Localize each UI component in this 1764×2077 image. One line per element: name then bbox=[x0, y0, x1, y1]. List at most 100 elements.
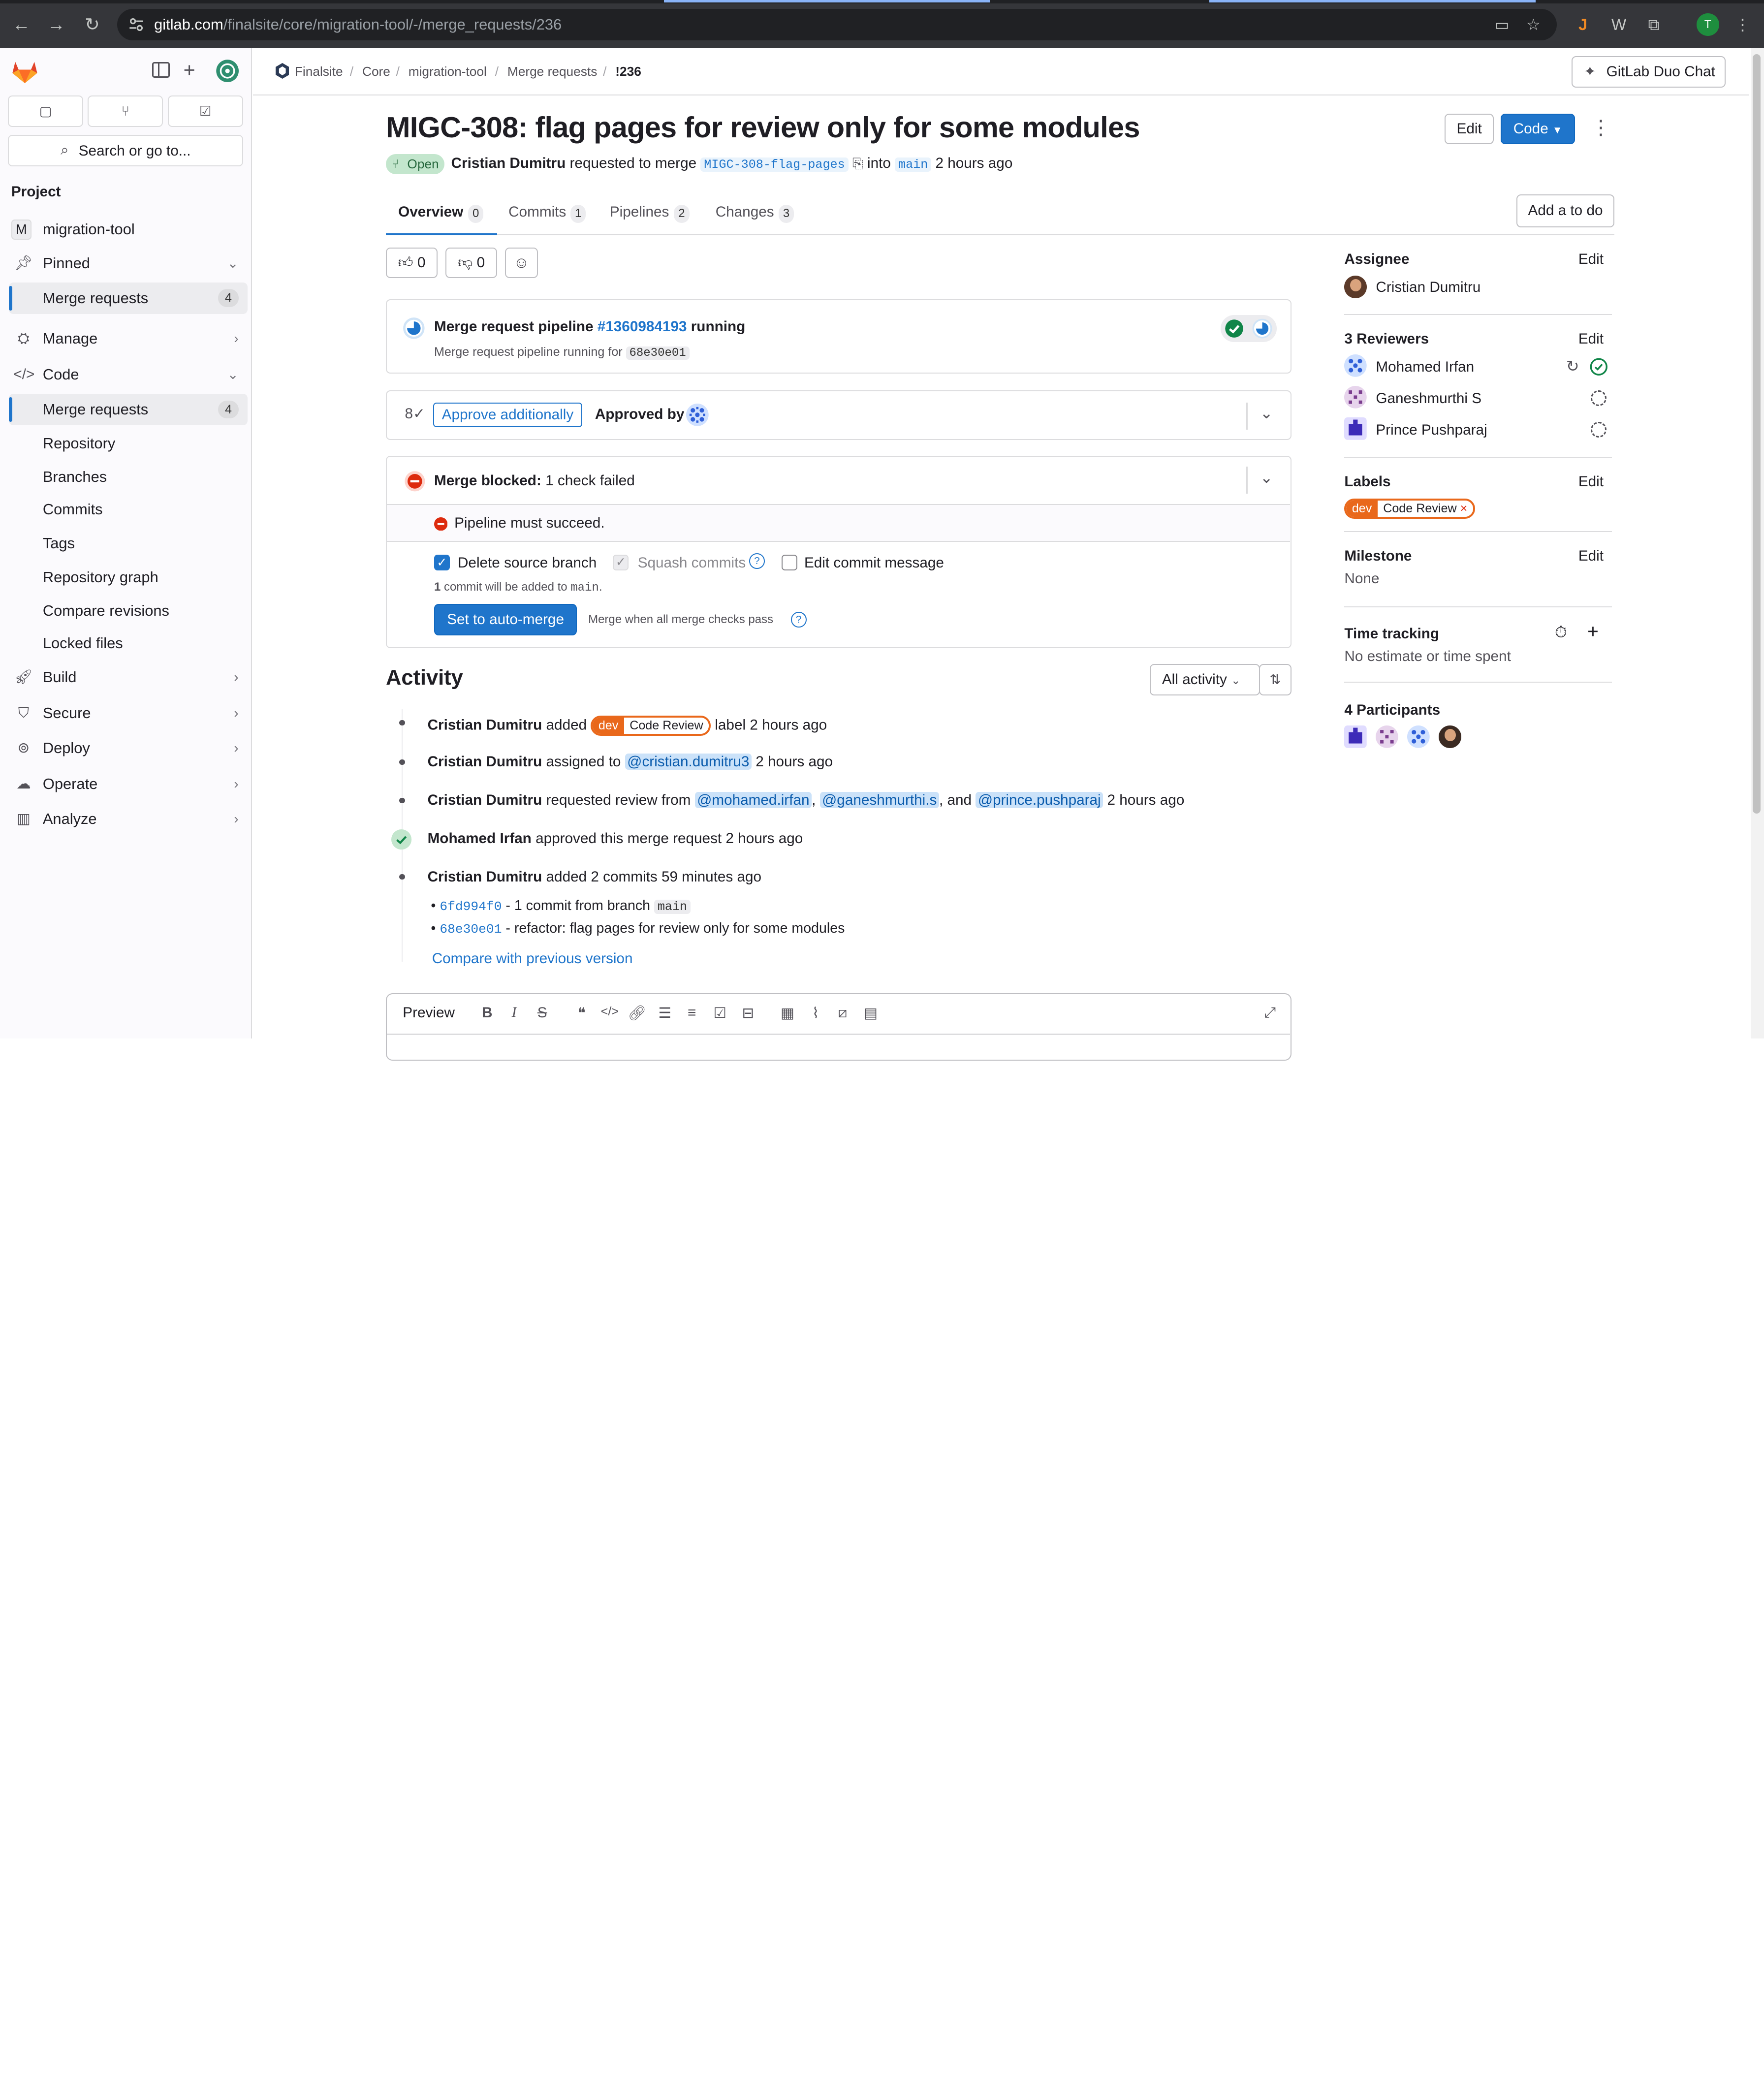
sidebar-pinned[interactable]: 📌︎ Pinned ⌄ bbox=[9, 248, 248, 279]
compare-link[interactable]: Compare with previous version bbox=[432, 950, 633, 967]
bullet-list-icon[interactable]: ☰ bbox=[656, 1005, 674, 1022]
breadcrumb-item[interactable]: migration-tool bbox=[409, 64, 487, 79]
code-icon[interactable]: </> bbox=[601, 1005, 619, 1019]
preview-tab[interactable]: Preview bbox=[403, 1005, 455, 1021]
sidebar-manage[interactable]: ⛭ Manage › bbox=[9, 323, 248, 354]
search-button[interactable]: ⌕ Search or go to... bbox=[7, 135, 243, 167]
pipeline-running-icon[interactable] bbox=[403, 317, 425, 340]
copy-icon[interactable]: ⎘ bbox=[852, 156, 863, 171]
tab-commits[interactable]: Commits 1 bbox=[497, 193, 596, 235]
merge-requests-shortcut-button[interactable]: ⑂ bbox=[88, 95, 163, 127]
extension-w-icon[interactable]: W bbox=[1606, 12, 1631, 37]
help-icon[interactable]: ? bbox=[749, 553, 765, 569]
commit-sha-link[interactable]: 68e30e01 bbox=[440, 922, 502, 937]
profile-avatar[interactable]: T bbox=[1696, 13, 1719, 36]
extension-j-icon[interactable]: J bbox=[1571, 12, 1595, 37]
stopwatch-icon[interactable]: ⏱︎ bbox=[1555, 623, 1567, 642]
toggle-sidebar-icon[interactable] bbox=[152, 62, 170, 78]
sidebar-item-merge-requests[interactable]: Merge requests 4 bbox=[9, 393, 248, 425]
participant-avatar[interactable] bbox=[1376, 725, 1399, 748]
pipeline-sha[interactable]: 68e30e01 bbox=[626, 346, 690, 360]
author-link[interactable]: Cristian Dumitru bbox=[451, 155, 566, 171]
edit-button[interactable]: Edit bbox=[1444, 113, 1494, 144]
breadcrumb-item[interactable]: Core bbox=[362, 64, 390, 79]
milestone-edit-button[interactable]: Edit bbox=[1578, 548, 1604, 565]
page-scrollbar[interactable] bbox=[1750, 48, 1764, 1038]
breadcrumb-item[interactable]: Finalsite bbox=[295, 64, 343, 79]
scrollbar-thumb[interactable] bbox=[1753, 54, 1761, 814]
user-mention[interactable]: @cristian.dumitru3 bbox=[625, 754, 752, 770]
comment-template-icon[interactable]: ▤ bbox=[862, 1005, 880, 1022]
todos-shortcut-button[interactable]: ☑ bbox=[167, 95, 243, 127]
activity-actor[interactable]: Cristian Dumitru bbox=[428, 869, 542, 885]
link-icon[interactable]: 🔗︎ bbox=[628, 1005, 646, 1022]
participant-avatar[interactable] bbox=[1439, 725, 1462, 748]
address-bar[interactable]: gitlab.com/finalsite/core/migration-tool… bbox=[117, 9, 1557, 41]
sidebar-operate[interactable]: ☁︎ Operate › bbox=[9, 768, 248, 800]
user-mention[interactable]: @prince.pushparaj bbox=[976, 792, 1103, 809]
bookmark-star-icon[interactable]: ☆ bbox=[1521, 12, 1545, 37]
create-new-icon[interactable]: + bbox=[184, 59, 195, 82]
reviewer-name[interactable]: Prince Pushparaj bbox=[1376, 422, 1487, 439]
auto-merge-button[interactable]: Set to auto-merge bbox=[434, 604, 577, 636]
sidebar-item-compare-revisions[interactable]: Compare revisions bbox=[9, 595, 248, 627]
target-branch[interactable]: main bbox=[895, 157, 932, 172]
task-list-icon[interactable]: ☑ bbox=[711, 1005, 729, 1022]
more-actions-icon[interactable]: ⋮ bbox=[1591, 116, 1611, 139]
extensions-puzzle-icon[interactable]: ⧉ bbox=[1641, 12, 1666, 37]
chevron-down-icon[interactable]: ⌄ bbox=[1260, 468, 1273, 487]
assignee-name[interactable]: Cristian Dumitru bbox=[1376, 279, 1480, 296]
activity-actor[interactable]: Mohamed Irfan bbox=[428, 830, 532, 847]
sidebar-label-badge[interactable]: dev Code Review × bbox=[1344, 497, 1475, 519]
tab-pipelines[interactable]: Pipelines 2 bbox=[598, 193, 700, 235]
activity-actor[interactable]: Cristian Dumitru bbox=[428, 754, 542, 770]
strikethrough-icon[interactable]: S bbox=[533, 1005, 551, 1021]
stage-running-icon[interactable] bbox=[1252, 318, 1272, 339]
fullscreen-icon[interactable]: ⤢ bbox=[1261, 1005, 1279, 1021]
add-time-icon[interactable]: + bbox=[1587, 621, 1599, 643]
sidebar-build[interactable]: 🚀︎ Build › bbox=[9, 661, 248, 693]
site-info-icon[interactable] bbox=[128, 17, 144, 32]
sidebar-item-commits[interactable]: Commits bbox=[9, 494, 248, 525]
thumbs-up-button[interactable]: 👍︎ 0 bbox=[385, 247, 438, 278]
quick-action-icon[interactable]: ⧄ bbox=[834, 1005, 852, 1021]
approver-avatar[interactable] bbox=[686, 404, 709, 426]
sidebar-item-tags[interactable]: Tags bbox=[9, 528, 248, 559]
gitlab-duo-chat-button[interactable]: ✦ GitLab Duo Chat bbox=[1572, 56, 1726, 88]
install-app-icon[interactable]: ▭ bbox=[1489, 12, 1514, 37]
sidebar-secure[interactable]: ⛉ Secure › bbox=[9, 697, 248, 729]
sort-direction-button[interactable]: ⇅ bbox=[1259, 663, 1292, 695]
sidebar-deploy[interactable]: ⊚ Deploy › bbox=[9, 732, 248, 764]
user-mention[interactable]: @mohamed.irfan bbox=[694, 792, 812, 809]
tab-overview[interactable]: Overview 0 bbox=[385, 193, 498, 235]
sidebar-item-repository-graph[interactable]: Repository graph bbox=[9, 562, 248, 593]
issues-shortcut-button[interactable]: ▢ bbox=[7, 95, 84, 127]
sidebar-item-repository[interactable]: Repository bbox=[9, 428, 248, 459]
gitlab-logo-icon[interactable] bbox=[11, 60, 38, 84]
breadcrumb-item[interactable]: Merge requests bbox=[507, 64, 598, 79]
attach-icon[interactable]: ⌇ bbox=[807, 1005, 825, 1022]
help-icon[interactable]: ? bbox=[790, 612, 807, 628]
thumbs-down-button[interactable]: 👎︎ 0 bbox=[445, 247, 498, 278]
reviewer-name[interactable]: Mohamed Irfan bbox=[1376, 359, 1474, 376]
activity-actor[interactable]: Cristian Dumitru bbox=[428, 792, 542, 808]
italic-icon[interactable]: I bbox=[505, 1005, 523, 1021]
back-icon[interactable]: ← bbox=[10, 13, 33, 36]
participant-avatar[interactable] bbox=[1407, 725, 1430, 748]
rerequest-review-icon[interactable]: ↻ bbox=[1566, 357, 1579, 376]
reviewer-avatar[interactable] bbox=[1344, 385, 1367, 409]
reload-icon[interactable]: ↻ bbox=[81, 13, 104, 36]
comment-editor[interactable] bbox=[385, 993, 1292, 1061]
sidebar-item-branches[interactable]: Branches bbox=[9, 461, 248, 493]
table-icon[interactable]: ▦ bbox=[779, 1005, 797, 1022]
bold-icon[interactable]: B bbox=[478, 1005, 496, 1021]
forward-icon[interactable]: → bbox=[45, 13, 67, 36]
label-badge[interactable]: dev Code Review bbox=[591, 715, 711, 736]
activity-filter-dropdown[interactable]: All activity ⌄ bbox=[1149, 663, 1260, 695]
participant-avatar[interactable] bbox=[1344, 725, 1367, 748]
collapsible-icon[interactable]: ⊟ bbox=[739, 1005, 757, 1022]
tab-changes[interactable]: Changes 3 bbox=[704, 193, 806, 235]
remove-label-icon[interactable]: × bbox=[1460, 502, 1468, 515]
reviewer-avatar[interactable] bbox=[1344, 417, 1367, 440]
breadcrumb-item[interactable]: !236 bbox=[615, 64, 641, 79]
